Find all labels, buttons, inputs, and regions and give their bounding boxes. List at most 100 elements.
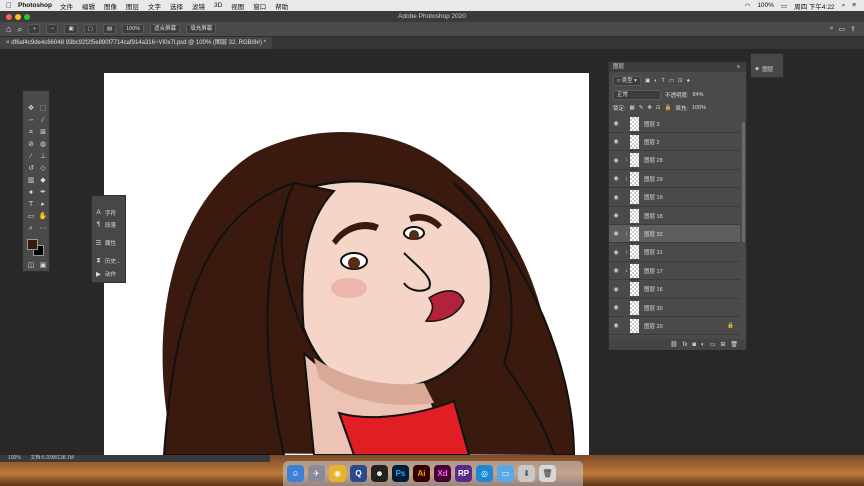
- zoom-tool-icon[interactable]: ⌕: [26, 224, 36, 233]
- layer-name[interactable]: 图层 17: [644, 267, 663, 275]
- layer-row[interactable]: ◉ 图层 20 🔒: [609, 317, 740, 336]
- zoom-level-button[interactable]: 100%: [122, 24, 145, 34]
- group-icon[interactable]: ▭: [710, 341, 716, 348]
- menu-type[interactable]: 文字: [148, 1, 161, 11]
- layer-name[interactable]: 图层 18: [644, 212, 663, 220]
- layer-row[interactable]: ◉ ↓ 图层 31: [609, 244, 740, 262]
- adjustment-layer-icon[interactable]: ◐: [701, 342, 705, 348]
- layer-name[interactable]: 图层 2: [644, 138, 660, 146]
- new-layer-icon[interactable]: ⊞: [720, 341, 725, 348]
- zoom-window-button[interactable]: [24, 14, 30, 20]
- eyedropper-icon[interactable]: ⊘: [26, 140, 36, 149]
- visibility-eye-icon[interactable]: ◉: [609, 286, 623, 293]
- menu-layer[interactable]: 图层: [126, 1, 139, 11]
- smart-filter-icon[interactable]: ⊡: [678, 78, 683, 84]
- downloads-icon[interactable]: ⬇: [518, 465, 535, 482]
- document-canvas[interactable]: [104, 73, 589, 455]
- qq-icon[interactable]: ☻: [371, 465, 388, 482]
- stamp-tool-icon[interactable]: ⊥: [38, 152, 48, 161]
- lasso-tool-icon[interactable]: ∽: [26, 116, 36, 125]
- layer-row[interactable]: ◉ 图层 19: [609, 189, 740, 207]
- photoshop-icon[interactable]: Ps: [392, 465, 409, 482]
- layer-row[interactable]: ◉ 图层 16: [609, 281, 740, 299]
- panel-history[interactable]: ⧗ 历史...: [95, 256, 120, 265]
- shape-filter-icon[interactable]: ▭: [669, 78, 674, 84]
- menu-view[interactable]: 视图: [231, 1, 244, 11]
- visibility-eye-icon[interactable]: ◉: [609, 212, 623, 219]
- minimize-window-button[interactable]: [15, 14, 21, 20]
- add-mask-icon[interactable]: ◙: [692, 342, 696, 348]
- scrubby-zoom-checkbox[interactable]: ▤: [102, 24, 117, 34]
- opacity-value[interactable]: 84%: [693, 92, 704, 98]
- resize-windows-checkbox[interactable]: ▣: [64, 24, 78, 34]
- fill-value[interactable]: 100%: [692, 105, 706, 111]
- menu-image[interactable]: 图像: [104, 1, 117, 11]
- clock[interactable]: 周四 下午4:22: [794, 1, 834, 11]
- panel-actions[interactable]: ▶ 动作: [95, 269, 116, 278]
- trash-icon[interactable]: 🗑: [539, 465, 556, 482]
- lock-image-icon[interactable]: ✎: [639, 105, 644, 111]
- layer-name[interactable]: 图层 32: [644, 230, 663, 238]
- layer-name[interactable]: 图层 31: [644, 248, 663, 256]
- menu-help[interactable]: 帮助: [275, 1, 288, 11]
- xd-icon[interactable]: Xd: [434, 465, 451, 482]
- visibility-eye-icon[interactable]: ◉: [609, 267, 623, 274]
- layer-row[interactable]: ◉ ↓ 图层 17: [609, 262, 740, 281]
- layer-name[interactable]: 图层 29: [644, 175, 663, 183]
- pen-tool-icon[interactable]: ✒: [38, 188, 48, 197]
- status-doc-size[interactable]: 文档:6.93M/138.1M: [31, 455, 74, 461]
- safari-icon[interactable]: ◎: [476, 465, 493, 482]
- quick-mask-icon[interactable]: ◫: [26, 261, 36, 270]
- zoom-all-windows-checkbox[interactable]: ▢: [83, 24, 97, 34]
- layer-name[interactable]: 图层 28: [644, 156, 663, 164]
- delete-layer-icon[interactable]: 🗑: [730, 341, 738, 348]
- lock-transparent-icon[interactable]: ▦: [630, 105, 635, 111]
- layer-row[interactable]: ◉ ↓ 图层 32: [609, 225, 740, 244]
- fit-screen-button[interactable]: 适合屏幕: [150, 24, 181, 34]
- zoom-in-button[interactable]: +: [28, 24, 41, 34]
- spotlight-icon[interactable]: ⌕: [842, 2, 846, 10]
- brush-tool-icon[interactable]: ∕: [26, 152, 36, 161]
- blur-tool-icon[interactable]: ◆: [38, 176, 48, 185]
- layers-panel-header[interactable]: 图层 ≡: [609, 62, 746, 72]
- layer-filter-select[interactable]: ⌕ 类型 ▾: [613, 76, 641, 86]
- blend-mode-select[interactable]: 正常: [613, 90, 661, 100]
- illustrator-icon[interactable]: Ai: [413, 465, 430, 482]
- move-tool-icon[interactable]: ✥: [26, 104, 36, 113]
- layer-row[interactable]: ◉ 图层 18: [609, 207, 740, 225]
- layer-name[interactable]: 图层 3: [644, 120, 660, 128]
- finder-icon[interactable]: ☺: [287, 465, 304, 482]
- menu-file[interactable]: 文件: [60, 1, 73, 11]
- zoom-tool-icon[interactable]: ⌕: [17, 24, 22, 35]
- visibility-eye-icon[interactable]: ◉: [609, 322, 623, 329]
- layer-list-scrollbar[interactable]: [742, 122, 745, 242]
- lock-all-icon[interactable]: 🔒: [665, 105, 672, 111]
- history-brush-icon[interactable]: ↺: [26, 164, 36, 173]
- panel-menu-icon[interactable]: ≡: [737, 62, 740, 72]
- launchpad-icon[interactable]: ✈: [308, 465, 325, 482]
- menu-select[interactable]: 选择: [170, 1, 183, 11]
- foreground-color-swatch[interactable]: [27, 239, 38, 250]
- collapsed-layers-panel[interactable]: ◈ 图层: [750, 53, 784, 78]
- type-tool-icon[interactable]: T: [26, 200, 36, 209]
- menu-list-icon[interactable]: ≡: [852, 2, 856, 9]
- hand-tool-icon[interactable]: ✋: [38, 212, 48, 221]
- more-tools-icon[interactable]: ⋯: [38, 224, 48, 233]
- path-select-icon[interactable]: ▸: [38, 200, 48, 209]
- battery-label[interactable]: 100%: [757, 2, 774, 9]
- pixel-filter-icon[interactable]: ▣: [645, 78, 650, 84]
- gradient-tool-icon[interactable]: ▥: [26, 176, 36, 185]
- layer-row[interactable]: ◉ 图层 2: [609, 133, 740, 152]
- layer-row[interactable]: ◉ ↓ 图层 28: [609, 152, 740, 170]
- visibility-eye-icon[interactable]: ◉: [609, 194, 623, 201]
- document-tab[interactable]: × df6af4c9de4c66048 93bc92f2f5e890f7714c…: [0, 37, 272, 49]
- marquee-tool-icon[interactable]: ⬚: [38, 104, 48, 113]
- type-filter-icon[interactable]: T: [661, 78, 664, 84]
- fill-screen-button[interactable]: 填充屏幕: [186, 24, 217, 34]
- folder-icon[interactable]: ▭: [497, 465, 514, 482]
- panel-paragraph[interactable]: ¶ 段落: [95, 220, 116, 229]
- menu-filter[interactable]: 滤镜: [192, 1, 205, 11]
- dodge-tool-icon[interactable]: ●: [26, 188, 36, 197]
- healing-brush-icon[interactable]: ◍: [38, 140, 48, 149]
- crop-tool-icon[interactable]: ⌗: [26, 128, 36, 137]
